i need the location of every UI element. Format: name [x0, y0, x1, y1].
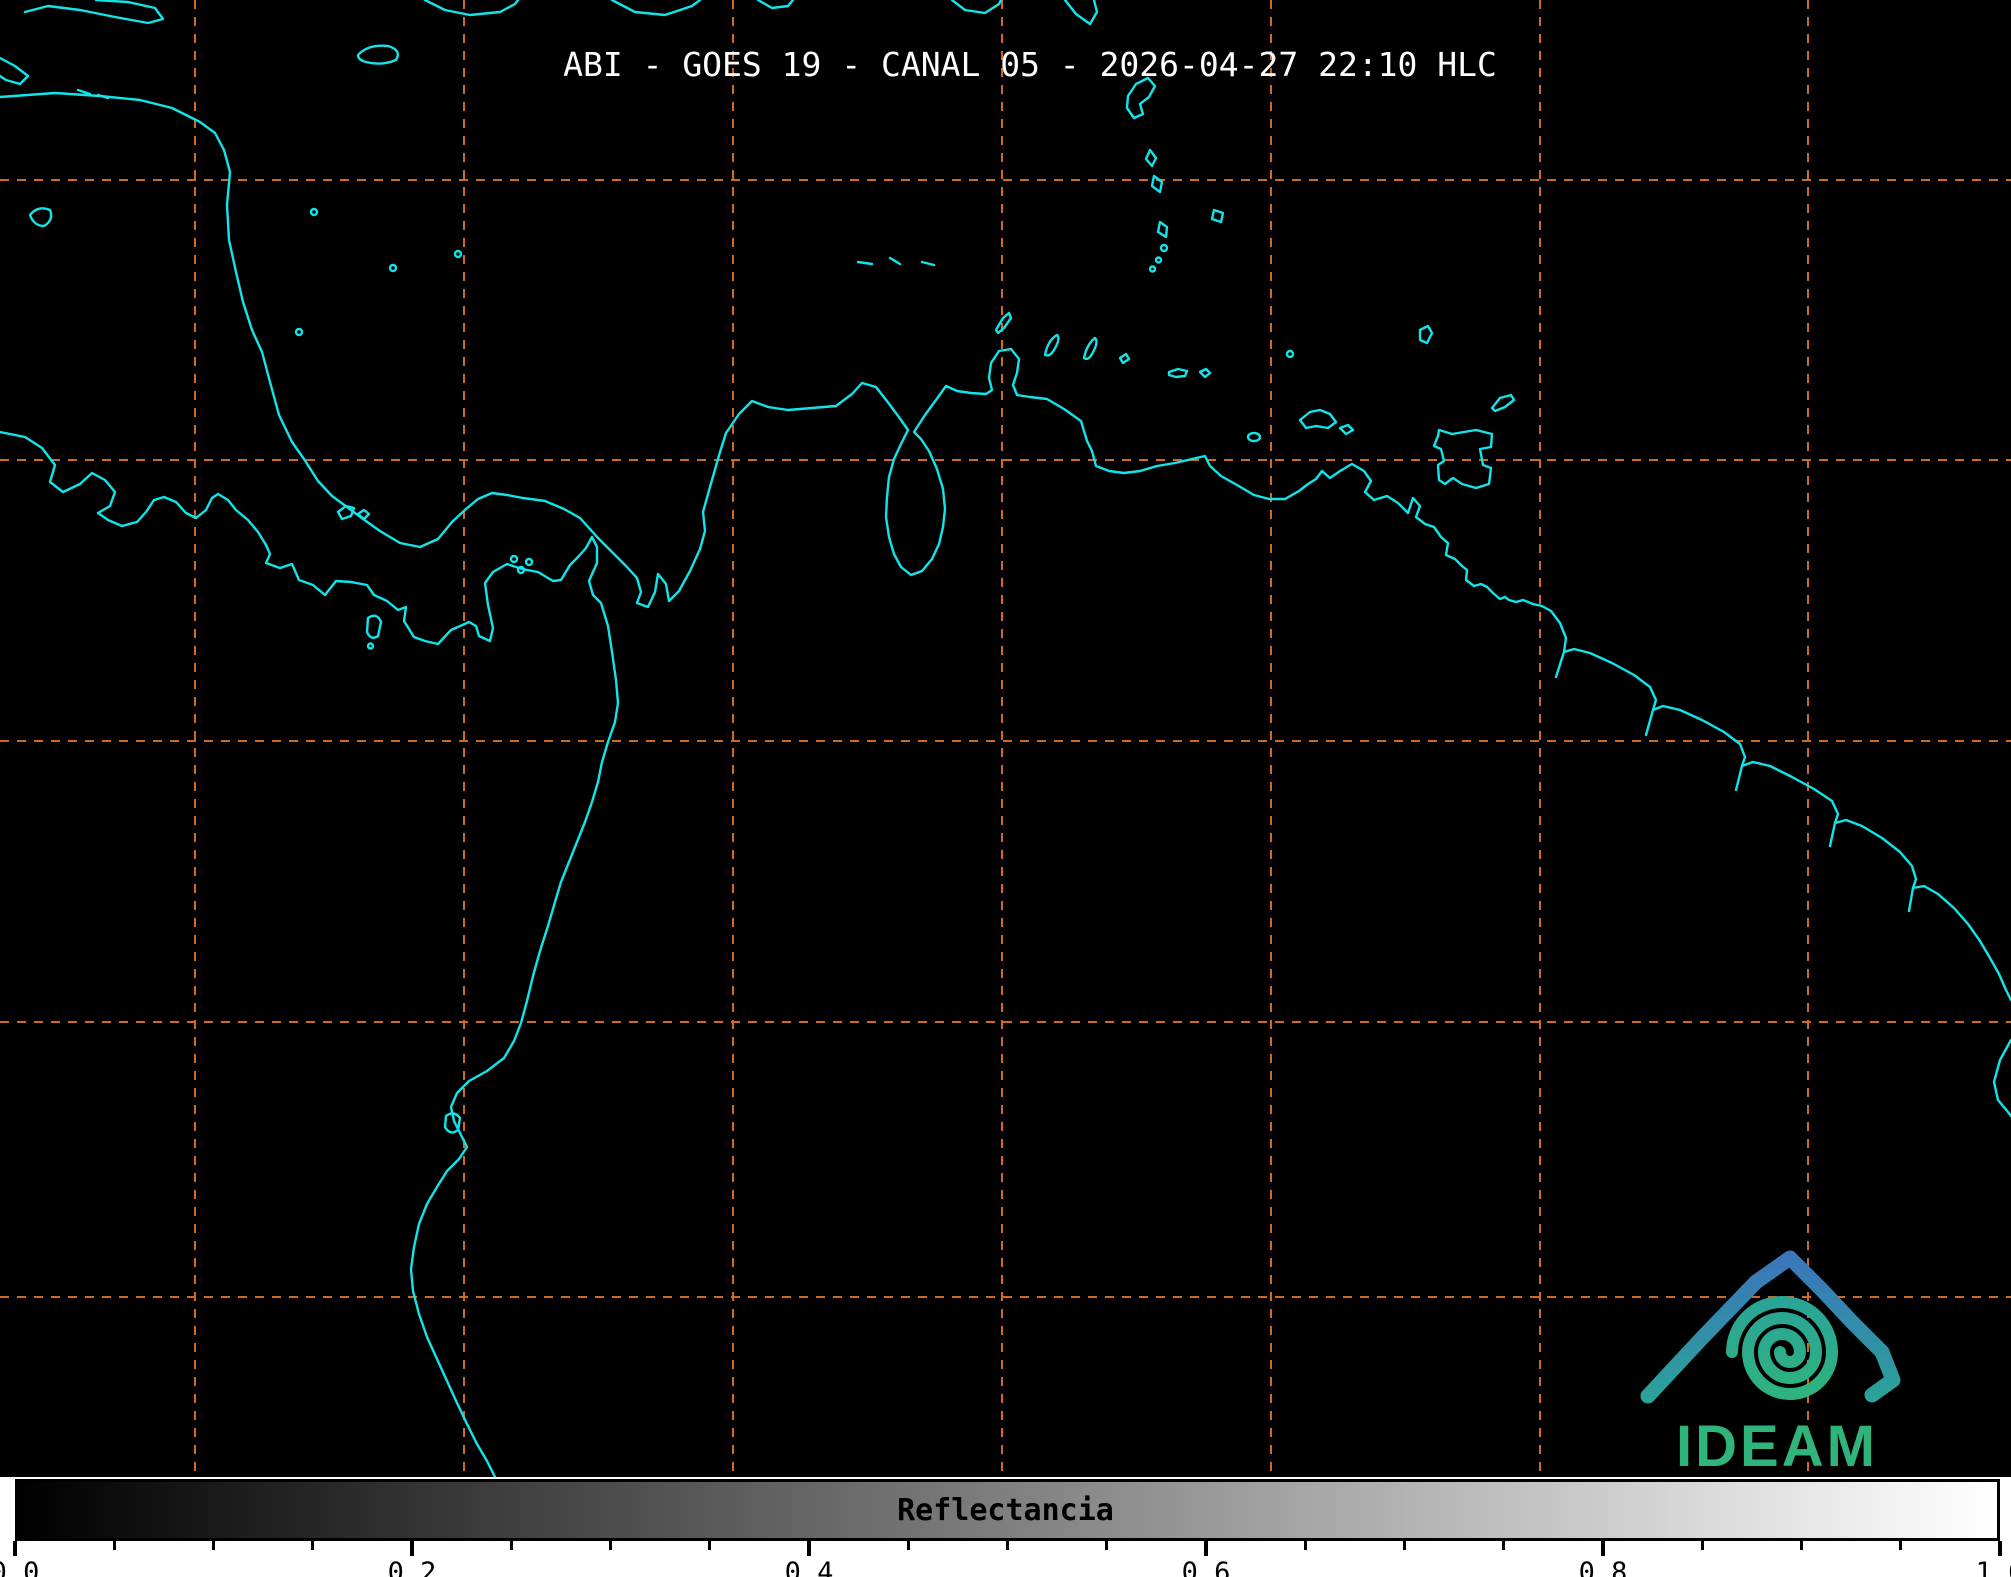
logo-spiral-icon — [1732, 1302, 1832, 1394]
colorbar-tick-label-2: 0.4 — [785, 1557, 834, 1577]
colorbar-major-tick — [13, 1541, 17, 1556]
map-area: IDEAM ABI - GOES 19 - CANAL 05 - 2026-04… — [0, 0, 2011, 1477]
colorbar-major-tick — [1204, 1541, 1208, 1556]
colorbar-minor-tick — [907, 1541, 910, 1550]
colorbar-label: Reflectancia — [0, 1493, 2011, 1528]
colorbar-minor-tick — [1304, 1541, 1307, 1550]
colorbar-major-tick — [1601, 1541, 1605, 1556]
colorbar-tick-label-0: 0.0 — [0, 1557, 39, 1577]
colorbar-minor-tick — [708, 1541, 711, 1550]
colorbar-tick-label-4: 0.8 — [1579, 1557, 1628, 1577]
colorbar-strip: Reflectancia 0.0 0.2 0.4 0.6 0.8 1.0 — [0, 1477, 2011, 1577]
colorbar-minor-tick — [113, 1541, 116, 1550]
colorbar-tick-label-5: 1.0 — [1976, 1557, 2011, 1577]
colorbar-minor-tick — [1105, 1541, 1108, 1550]
colorbar-minor-tick — [1800, 1541, 1803, 1550]
colorbar-tick-label-1: 0.2 — [388, 1557, 437, 1577]
colorbar-minor-tick — [609, 1541, 612, 1550]
colorbar-minor-tick — [311, 1541, 314, 1550]
colorbar-minor-tick — [1403, 1541, 1406, 1550]
colorbar-tick-label-3: 0.6 — [1182, 1557, 1231, 1577]
logo-text: IDEAM — [1676, 1414, 1878, 1477]
image-title: ABI - GOES 19 - CANAL 05 - 2026-04-27 22… — [563, 45, 1497, 84]
colorbar-minor-tick — [1006, 1541, 1009, 1550]
colorbar-minor-tick — [1899, 1541, 1902, 1550]
satellite-image-viewer: IDEAM ABI - GOES 19 - CANAL 05 - 2026-04… — [0, 0, 2011, 1577]
colorbar-minor-tick — [1701, 1541, 1704, 1550]
colorbar-minor-tick — [510, 1541, 513, 1550]
colorbar-major-tick — [1998, 1541, 2002, 1556]
colorbar-minor-tick — [212, 1541, 215, 1550]
ideam-logo: IDEAM — [0, 0, 2011, 1477]
colorbar-minor-tick — [1502, 1541, 1505, 1550]
colorbar-major-tick — [410, 1541, 414, 1556]
colorbar-major-tick — [807, 1541, 811, 1556]
